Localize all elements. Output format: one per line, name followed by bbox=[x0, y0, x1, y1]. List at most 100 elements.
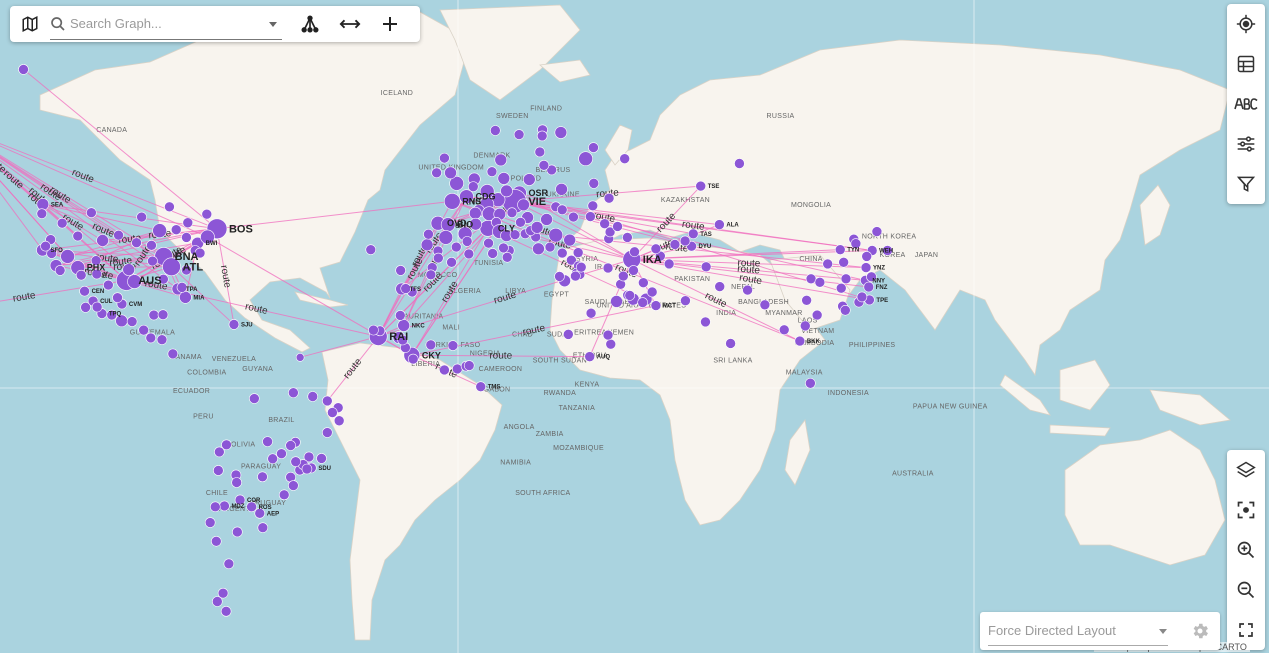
graph-node[interactable] bbox=[742, 284, 753, 296]
graph-node[interactable] bbox=[530, 221, 544, 234]
graph-node[interactable] bbox=[638, 277, 649, 289]
graph-node[interactable] bbox=[179, 290, 192, 304]
zoom-in-button[interactable] bbox=[1227, 530, 1265, 570]
graph-node[interactable] bbox=[610, 295, 623, 308]
search-box[interactable] bbox=[50, 9, 282, 40]
graph-node[interactable] bbox=[79, 285, 90, 297]
graph-node[interactable] bbox=[368, 324, 379, 336]
graph-node[interactable] bbox=[778, 324, 790, 336]
graph-node[interactable] bbox=[295, 353, 305, 362]
graph-node[interactable] bbox=[463, 248, 475, 260]
graph-node[interactable] bbox=[799, 320, 811, 332]
graph-node[interactable] bbox=[605, 338, 617, 350]
graph-node[interactable] bbox=[423, 228, 434, 240]
graph-node[interactable] bbox=[522, 173, 536, 186]
graph-node[interactable] bbox=[669, 239, 681, 250]
graph-node[interactable] bbox=[570, 270, 581, 282]
graph-node[interactable] bbox=[835, 282, 847, 294]
graph-node[interactable] bbox=[840, 305, 851, 316]
graph-node[interactable] bbox=[201, 208, 213, 220]
graph-node[interactable] bbox=[80, 302, 91, 313]
graph-node[interactable] bbox=[181, 232, 192, 243]
graph-node[interactable] bbox=[628, 265, 639, 276]
graph-node[interactable] bbox=[814, 277, 826, 288]
filter-button[interactable] bbox=[1227, 164, 1265, 204]
graph-node[interactable] bbox=[811, 309, 823, 321]
graph-node[interactable] bbox=[257, 522, 269, 533]
graph-node[interactable] bbox=[262, 436, 273, 447]
graph-node[interactable] bbox=[439, 364, 450, 376]
zoom-out-button[interactable] bbox=[1227, 570, 1265, 610]
graph-node[interactable] bbox=[532, 242, 545, 256]
graph-node[interactable] bbox=[96, 234, 109, 247]
graph-node[interactable] bbox=[650, 300, 662, 311]
graph-node[interactable] bbox=[725, 338, 736, 349]
map-svg[interactable]: CANADAICELANDFINLANDRUSSIASWEDENDENMARKU… bbox=[0, 0, 1269, 653]
graph-node[interactable] bbox=[439, 152, 450, 164]
graph-node[interactable] bbox=[316, 453, 327, 464]
graph-node[interactable] bbox=[204, 517, 216, 528]
graph-node[interactable] bbox=[288, 480, 299, 491]
graph-node[interactable] bbox=[475, 381, 487, 392]
graph-node[interactable] bbox=[288, 387, 299, 399]
labels-toggle-button[interactable] bbox=[1227, 84, 1265, 124]
graph-node[interactable] bbox=[138, 324, 149, 336]
graph-node[interactable] bbox=[801, 295, 812, 306]
graph-node[interactable] bbox=[232, 526, 243, 538]
graph-node[interactable] bbox=[612, 221, 623, 232]
graph-node[interactable] bbox=[568, 211, 579, 223]
graph-node[interactable] bbox=[307, 391, 319, 402]
graph-node[interactable] bbox=[563, 329, 574, 340]
graph-node[interactable] bbox=[555, 183, 568, 196]
graph-node[interactable] bbox=[214, 446, 225, 458]
graph-node[interactable] bbox=[534, 146, 546, 158]
graph-node[interactable] bbox=[157, 309, 169, 320]
graph-node[interactable] bbox=[700, 316, 711, 328]
focus-button[interactable] bbox=[1227, 490, 1265, 530]
expand-edges-button[interactable] bbox=[330, 6, 370, 42]
graph-node[interactable] bbox=[622, 232, 633, 243]
graph-node[interactable] bbox=[131, 237, 142, 249]
graph-node[interactable] bbox=[680, 295, 691, 306]
graph-node[interactable] bbox=[805, 377, 816, 389]
graph-node[interactable] bbox=[603, 192, 615, 204]
graph-node[interactable] bbox=[700, 261, 712, 273]
graph-node[interactable] bbox=[285, 440, 296, 451]
graph-node[interactable] bbox=[212, 596, 223, 607]
map-canvas[interactable]: CANADA ICELAND FINLAND RUSSIA SWEDEN DENMARK U… bbox=[0, 0, 1269, 653]
graph-node[interactable] bbox=[548, 227, 564, 243]
graph-node[interactable] bbox=[587, 200, 599, 212]
graph-node[interactable] bbox=[72, 230, 84, 242]
graph-node[interactable] bbox=[554, 126, 568, 139]
graph-node[interactable] bbox=[213, 465, 224, 476]
graph-node[interactable] bbox=[714, 219, 725, 230]
graph-node[interactable] bbox=[397, 319, 410, 332]
graph-node[interactable] bbox=[554, 271, 565, 282]
graph-node[interactable] bbox=[267, 453, 278, 465]
graph-node[interactable] bbox=[167, 348, 179, 360]
graph-node[interactable] bbox=[56, 217, 68, 229]
graph-node[interactable] bbox=[556, 204, 568, 216]
map-toggle-button[interactable] bbox=[10, 6, 50, 42]
graph-node[interactable] bbox=[556, 247, 568, 259]
graph-node[interactable] bbox=[461, 236, 473, 247]
graph-node[interactable] bbox=[714, 281, 726, 292]
graph-node[interactable] bbox=[126, 316, 138, 327]
graph-node[interactable] bbox=[75, 269, 87, 281]
graph-node[interactable] bbox=[840, 273, 852, 285]
graph-node[interactable] bbox=[122, 263, 136, 276]
graph-node[interactable] bbox=[650, 243, 662, 255]
graph-node[interactable] bbox=[164, 201, 175, 213]
graph-node[interactable] bbox=[257, 471, 268, 483]
graph-node[interactable] bbox=[856, 291, 868, 303]
graph-node[interactable] bbox=[36, 208, 48, 219]
graph-node[interactable] bbox=[433, 252, 444, 264]
graph-node[interactable] bbox=[578, 151, 593, 167]
graph-node[interactable] bbox=[794, 335, 806, 347]
caret-down-icon[interactable] bbox=[268, 19, 278, 29]
graph-node[interactable] bbox=[217, 587, 229, 599]
graph-node[interactable] bbox=[695, 180, 707, 192]
graph-node[interactable] bbox=[444, 166, 457, 180]
graph-node[interactable] bbox=[469, 206, 482, 220]
graph-node[interactable] bbox=[301, 463, 313, 475]
